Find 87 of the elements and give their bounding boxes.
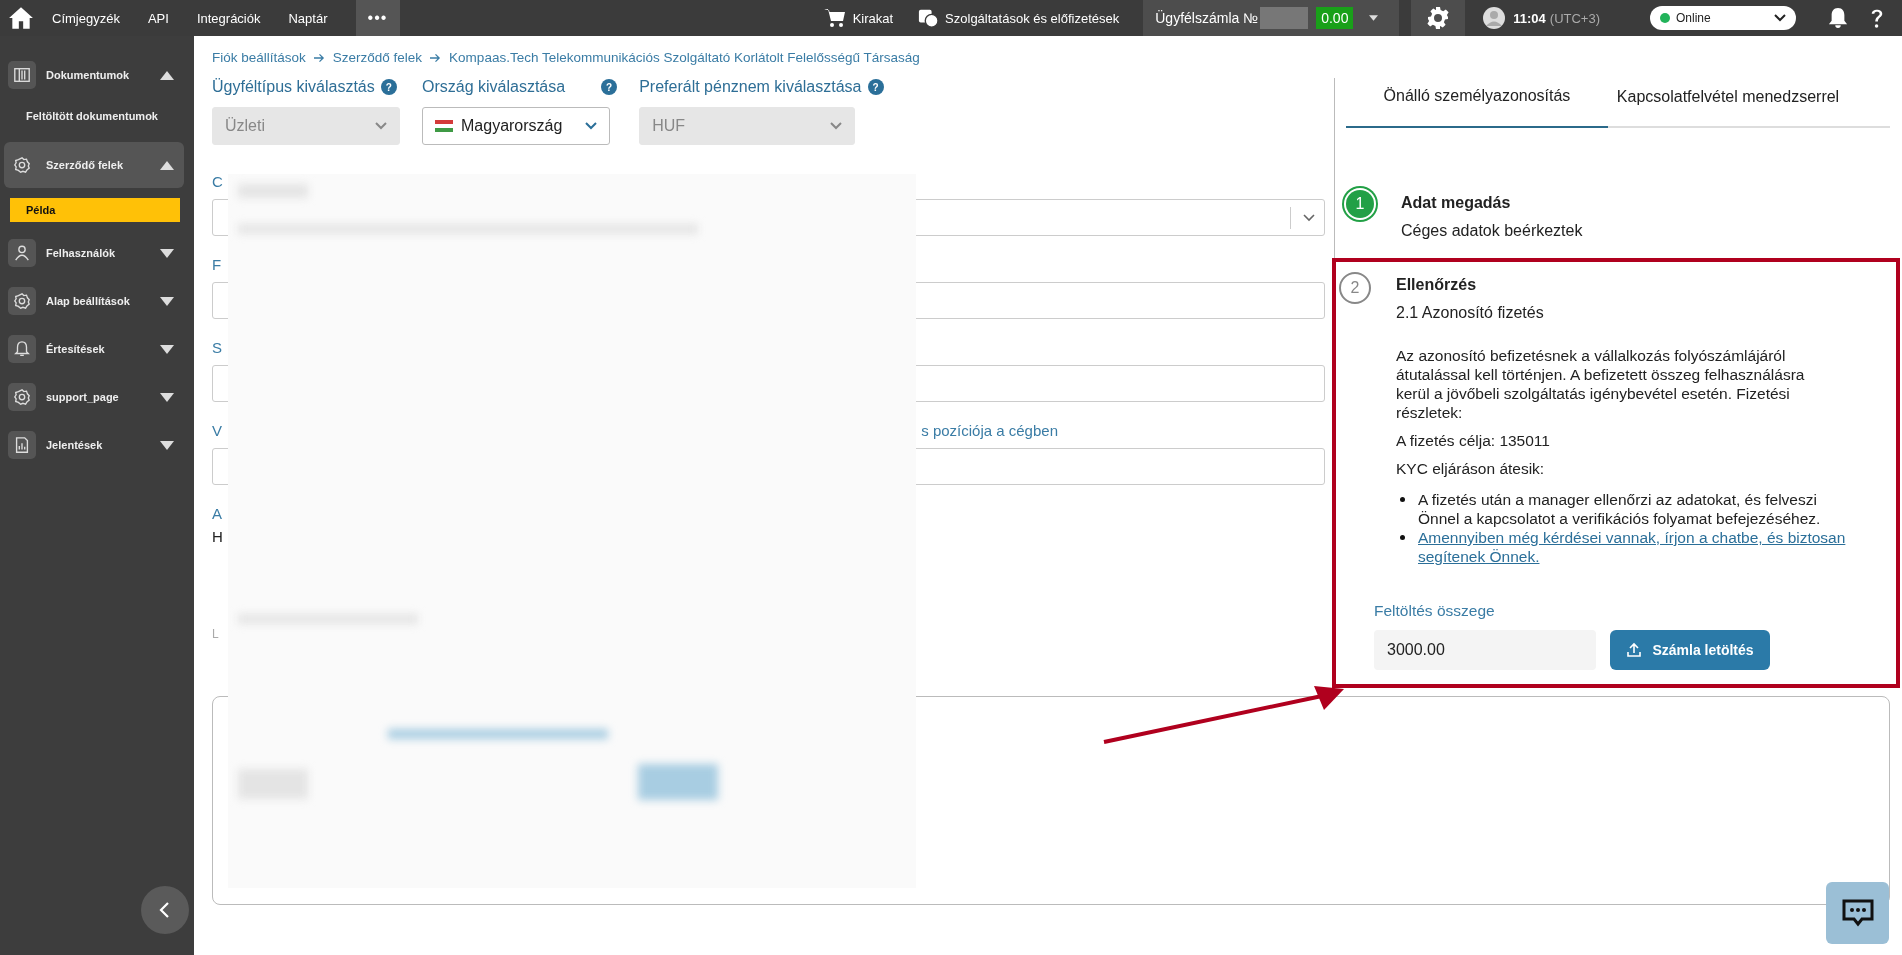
nav-link[interactable]: Integrációk — [196, 10, 261, 26]
sidebar-item[interactable]: Értesítések — [4, 332, 184, 366]
expand-icon — [160, 344, 174, 354]
gear-icon — [13, 292, 31, 310]
chat-icon — [1840, 898, 1875, 928]
home-icon[interactable] — [8, 6, 34, 30]
field-label: Ország kiválasztása — [422, 78, 566, 96]
description-text: Az azonosító befizetésnek a vállalkozás folyószámlájáról átutalással kell történjen. A befizetett összeg felhasználásra kerül a jövőbeli szolgáltatás igénybevétel esetén. Fizetési részletek: — [1396, 346, 1806, 422]
step-number: 2 — [1339, 272, 1371, 304]
step-title: Ellenőrzés — [1396, 276, 1478, 294]
expand-icon — [160, 440, 174, 450]
settings-button[interactable] — [1411, 0, 1466, 36]
note-text: L — [212, 627, 220, 641]
status-select[interactable]: Online — [1650, 6, 1796, 30]
chevron-left-icon — [158, 901, 172, 919]
help-badge[interactable]: ? — [601, 79, 618, 95]
gear-icon — [13, 388, 31, 406]
bullet-text: A fizetés után a manager ellenőrzi az adatokat, és felveszi Önnel a kapcsolatot a verifikációs folyamat befejezéséhez. — [1418, 490, 1822, 528]
field-label: S — [212, 339, 223, 358]
field-label: Preferált pénznem kiválasztása — [639, 78, 862, 96]
chevron-down-icon — [830, 122, 843, 130]
shop-link[interactable]: Kirakat — [852, 10, 894, 26]
nav-link[interactable]: Címjegyzék — [52, 10, 120, 26]
chat-button[interactable] — [1826, 882, 1889, 944]
tab[interactable]: Kapcsolatfelvétel menedzserrel — [1608, 78, 1848, 128]
nav-link[interactable]: API — [147, 10, 169, 26]
tab[interactable]: Önálló személyazonosítás — [1346, 78, 1608, 128]
field-label: A — [212, 505, 223, 522]
sidebar-item[interactable]: Dokumentumok — [4, 58, 184, 92]
chevron-down-icon — [1774, 14, 1786, 22]
kyc-heading: KYC eljáráson átesik: — [1396, 460, 1546, 478]
books-icon — [13, 66, 31, 84]
step-number: 1 — [1346, 190, 1374, 218]
field-label: C — [212, 173, 224, 192]
sidebar-item[interactable]: Szerződő felek — [4, 142, 184, 188]
select-field[interactable]: Magyarország — [422, 107, 610, 145]
gear-icon — [13, 156, 31, 174]
field-value: H — [212, 528, 224, 545]
field-label: V — [212, 422, 222, 441]
nav-link[interactable]: Naptár — [288, 10, 328, 26]
field-label: F — [212, 256, 223, 275]
payment-purpose: A fizetés célja: 135011 — [1396, 432, 1551, 450]
account-label: Ügyfélszámla № — [1155, 10, 1259, 26]
sidebar-item[interactable]: Jelentések — [4, 428, 184, 462]
redaction-block — [1260, 7, 1309, 29]
collapse-icon — [160, 160, 174, 170]
field-label: Ügyféltípus kiválasztás — [212, 78, 375, 96]
collapse-icon — [160, 70, 174, 80]
amount-field[interactable]: 3000.00 — [1374, 630, 1596, 670]
sidebar-item[interactable]: Alap beállítások — [4, 284, 184, 318]
breadcrumb-link[interactable]: Szerződő felek — [332, 50, 423, 65]
field-label: Feltöltés összege — [1374, 602, 1495, 619]
chat-link[interactable]: Amennyiben még kérdései vannak, írjon a chatbe, és biztosan segítenek Önnek. — [1418, 528, 1856, 566]
report-icon — [13, 436, 31, 454]
sidebar-subitem[interactable]: Feltöltött dokumentumok — [26, 106, 184, 126]
expand-icon — [160, 392, 174, 402]
avatar-icon[interactable] — [1483, 7, 1506, 29]
chevron-down-icon — [1303, 213, 1315, 222]
clock-time: 11:04 — [1513, 10, 1546, 26]
bell-icon — [13, 340, 31, 358]
sidebar-item[interactable]: support_page — [4, 380, 184, 414]
step-subtitle: Céges adatok beérkeztek — [1401, 222, 1583, 240]
sidebar-subitem[interactable]: Példa — [10, 198, 180, 222]
sidebar-item[interactable]: Felhasználók — [4, 236, 184, 270]
person-icon — [13, 244, 31, 262]
account-selector[interactable]: Ügyfélszámla № 0.00 — [1143, 0, 1400, 36]
timezone-label: (UTC+3) — [1549, 10, 1600, 26]
expand-icon — [160, 296, 174, 306]
balance-badge: 0.00 — [1316, 7, 1354, 29]
field-label: s pozíciója a cégben — [921, 422, 1058, 441]
more-button[interactable]: ••• — [355, 0, 400, 36]
arrow-right-icon — [313, 52, 325, 63]
download-invoice-button[interactable]: Számla letöltés — [1610, 630, 1770, 670]
help-icon[interactable] — [1870, 7, 1884, 29]
upload-icon — [1626, 642, 1643, 658]
breadcrumb-link[interactable]: Fiók beállítások — [212, 50, 306, 65]
chevron-down-icon — [585, 122, 597, 130]
bell-icon[interactable] — [1828, 7, 1848, 29]
chevron-down-icon — [375, 122, 387, 130]
breadcrumb-link[interactable]: Kompaas.Tech Telekommunikációs Szolgáltató Korlátolt Felelősségű Társaság — [449, 50, 920, 65]
caret-icon — [1369, 15, 1379, 21]
gear-icon — [1426, 6, 1451, 30]
step-title: Adat megadás — [1401, 194, 1512, 212]
services-link[interactable]: Szolgáltatások és előfizetések — [945, 10, 1120, 26]
step-subtitle: 2.1 Azonosító fizetés — [1396, 304, 1545, 322]
arrow-right-icon — [430, 52, 442, 63]
expand-icon — [160, 248, 174, 258]
